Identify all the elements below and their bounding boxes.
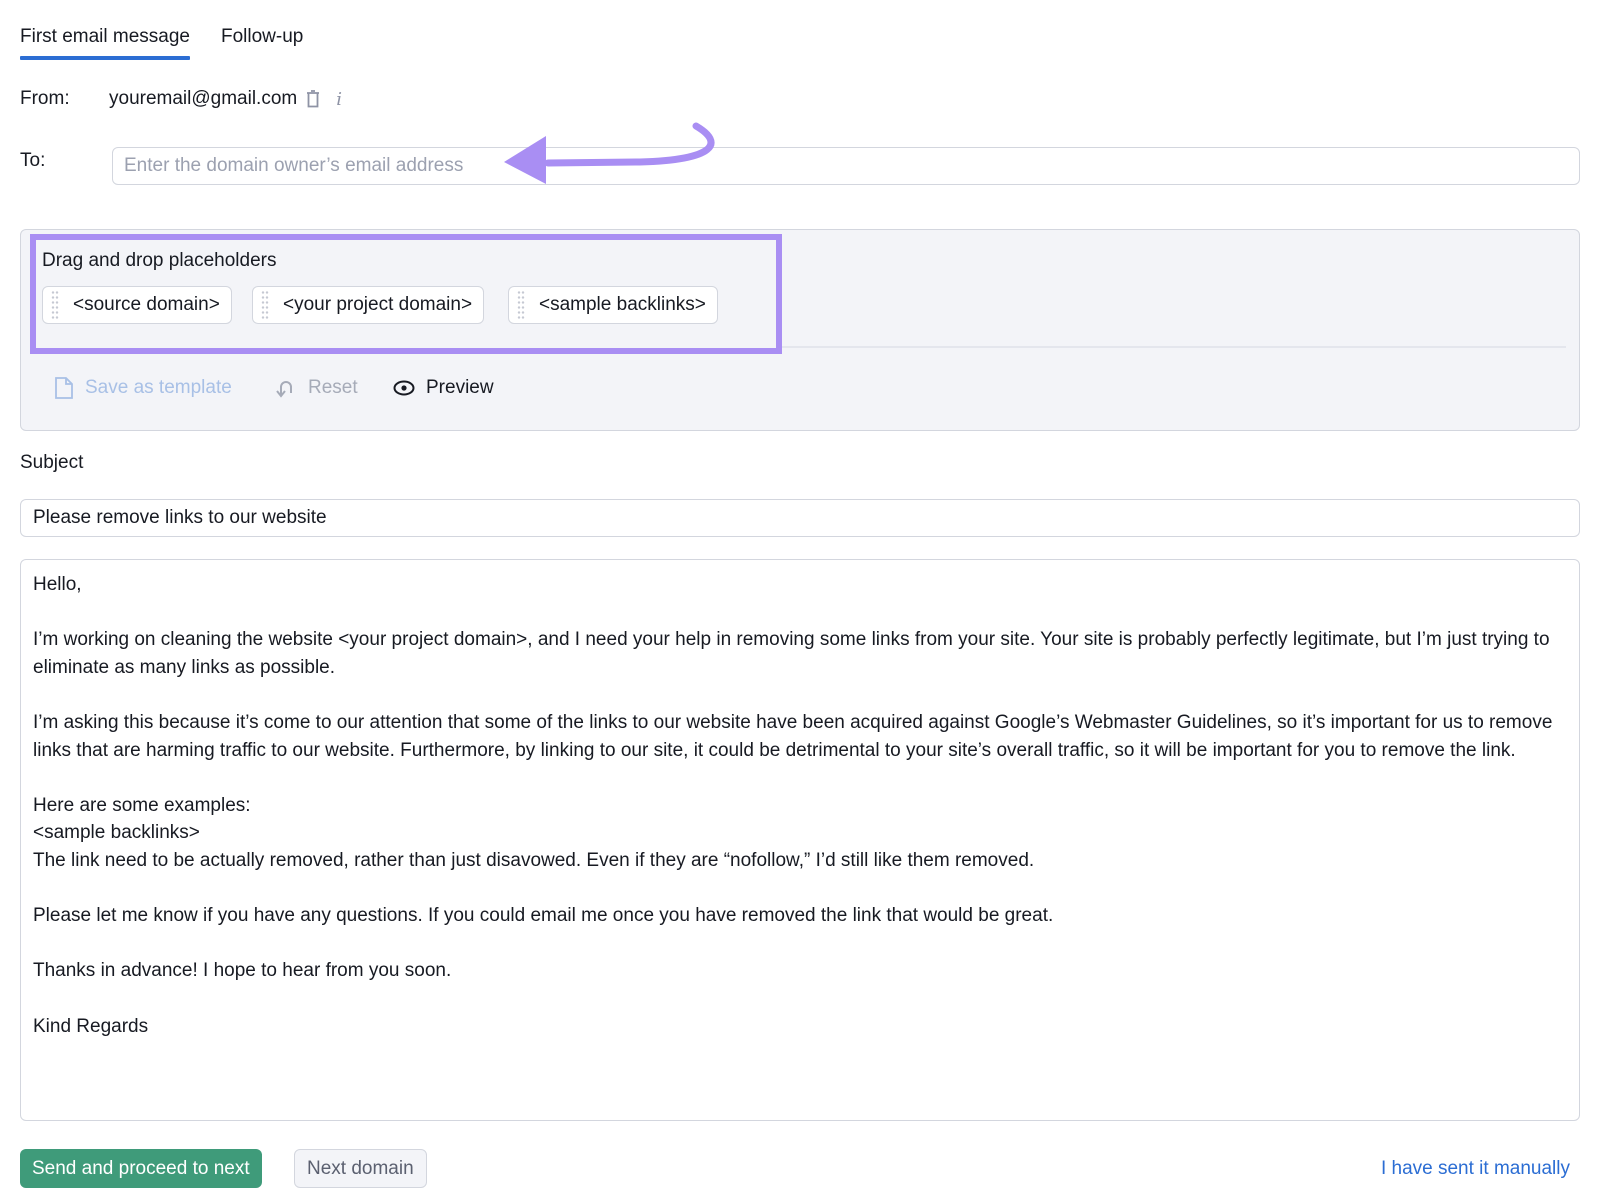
email-body-line: The link need to be actually removed, ra… — [33, 849, 1035, 871]
panel-divider — [780, 346, 1566, 348]
from-email: youremail@gmail.com — [109, 88, 298, 109]
to-label: To: — [20, 150, 46, 171]
email-body-line — [33, 930, 1567, 958]
email-body-line: Here are some examples: — [33, 794, 251, 816]
placeholder-chip-source-domain[interactable]: <source domain> — [42, 286, 232, 324]
chip-label: <your project domain> — [283, 294, 473, 315]
email-body-line: Hello, — [33, 574, 82, 595]
save-as-template-label: Save as template — [85, 377, 232, 398]
placeholder-chip-sample-backlinks[interactable]: <sample backlinks> — [508, 286, 718, 324]
undo-icon — [275, 377, 297, 399]
email-body-line — [33, 875, 1567, 903]
eye-icon — [393, 380, 415, 396]
sent-manually-link[interactable]: I have sent it manually — [1381, 1158, 1570, 1180]
email-body-line — [33, 985, 1567, 1013]
email-body-line — [33, 681, 1567, 709]
placeholders-title: Drag and drop placeholders — [42, 250, 277, 271]
to-email-input[interactable] — [112, 147, 1580, 185]
email-body-line: Please let me know if you have any quest… — [33, 905, 1054, 927]
from-label: From: — [20, 88, 70, 109]
email-body-line: I’m asking this because it’s come to our… — [33, 711, 1558, 761]
email-body-line — [33, 599, 1567, 627]
next-domain-button[interactable]: Next domain — [294, 1149, 427, 1188]
preview-label: Preview — [426, 377, 494, 398]
placeholder-chip-your-project-domain[interactable]: <your project domain> — [252, 286, 485, 324]
annotation-arrow-icon — [504, 122, 715, 184]
from-row: youremail@gmail.com i — [109, 88, 342, 110]
subject-label: Subject — [20, 452, 84, 473]
email-body-line: Thanks in advance! I hope to hear from y… — [33, 960, 452, 982]
reset-button[interactable]: Reset — [275, 377, 358, 399]
drag-handle-icon[interactable] — [51, 290, 59, 320]
email-body-line: <sample backlinks> — [33, 822, 200, 844]
preview-button[interactable]: Preview — [393, 377, 494, 399]
tab-first-email-message[interactable]: First email message — [20, 26, 190, 60]
send-and-proceed-button[interactable]: Send and proceed to next — [20, 1149, 262, 1188]
chip-label: <source domain> — [73, 294, 220, 315]
info-icon[interactable]: i — [336, 89, 342, 110]
email-body-line — [33, 764, 1567, 792]
chip-label: <sample backlinks> — [539, 294, 706, 315]
document-icon — [54, 377, 74, 399]
drag-handle-icon[interactable] — [261, 290, 269, 320]
trash-icon[interactable] — [306, 90, 320, 108]
email-body-textarea[interactable]: Hello, I’m working on cleaning the websi… — [20, 559, 1580, 1121]
tab-follow-up[interactable]: Follow-up — [221, 26, 303, 60]
subject-input[interactable] — [20, 499, 1580, 537]
drag-handle-icon[interactable] — [517, 290, 525, 320]
reset-label: Reset — [308, 377, 358, 398]
email-body-line: I’m working on cleaning the website <you… — [33, 629, 1555, 678]
save-as-template-button[interactable]: Save as template — [54, 377, 232, 399]
email-body-line: Kind Regards — [33, 1015, 149, 1037]
